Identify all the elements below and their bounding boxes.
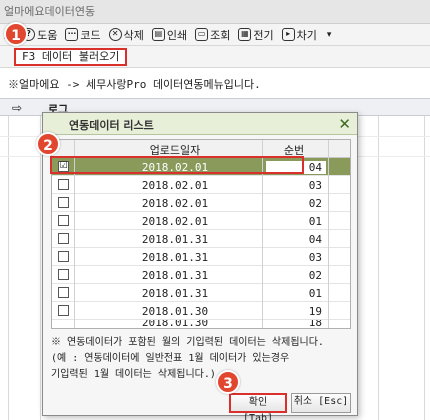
window-titlebar: 얼마에요데이터연동	[0, 0, 430, 24]
step-badge-1: 1	[4, 22, 28, 46]
row-date: 2018.02.01	[141, 197, 209, 210]
row-checkbox[interactable]	[58, 251, 69, 262]
log-gridline	[8, 116, 9, 420]
step-badge-2: 2	[36, 132, 60, 156]
confirm-button[interactable]: 확인 [Tab]	[229, 393, 287, 420]
step-badge-3: 3	[216, 370, 240, 394]
dialog-title: 연동데이터 리스트	[69, 119, 154, 132]
row-date: 2018.02.01	[141, 179, 209, 192]
row-date: 2018.01.31	[141, 233, 209, 246]
row-seq: 04	[308, 233, 322, 246]
row-seq: 18	[308, 320, 322, 328]
row-seq: 03	[308, 179, 322, 192]
row-seq: 03	[308, 251, 322, 264]
toolbar-code-button[interactable]: ⋯ 코드	[65, 27, 101, 43]
dialog-note: ※ 연동데이터가 포함된 월의 기입력된 데이터는 삭제됩니다. (예 : 연동…	[51, 335, 351, 383]
row-date: 2018.01.30	[141, 320, 209, 328]
function-bar: F3 데이터 불러오기	[0, 46, 430, 68]
table-row[interactable]: 2018.01.31 03	[52, 248, 350, 266]
log-gridline	[424, 116, 425, 420]
row-checkbox[interactable]	[58, 179, 69, 190]
row-checkbox[interactable]	[58, 269, 69, 280]
table-row[interactable]: 2018.02.01 02	[52, 194, 350, 212]
post-icon: ▦	[238, 28, 252, 41]
toolbar-post-button[interactable]: ▦ 전기	[238, 27, 274, 43]
grid-divider	[328, 140, 329, 328]
toolbar-next-label: 차기	[296, 28, 317, 42]
dialog-titlebar: 연동데이터 리스트 ✕	[43, 113, 357, 135]
toolbar-print-button[interactable]: ▤ 인쇄	[151, 27, 188, 43]
toolbar-help-label: 도움	[37, 28, 58, 42]
search-icon: ▭	[195, 28, 209, 41]
row-checkbox[interactable]	[58, 287, 69, 298]
load-data-button[interactable]: F3 데이터 불러오기	[14, 48, 128, 66]
toolbar-next-button[interactable]: ▸ 차기	[281, 27, 317, 43]
toolbar-more-icon[interactable]: ▾	[327, 30, 332, 40]
toolbar-code-label: 코드	[80, 28, 101, 42]
arrow-right-icon: ⇨	[12, 101, 23, 115]
row-seq: 02	[308, 197, 322, 210]
selected-row-highlight	[50, 156, 304, 174]
next-icon: ▸	[281, 28, 295, 41]
table-row[interactable]: 2018.02.01 01	[52, 212, 350, 230]
toolbar-print-label: 인쇄	[166, 28, 188, 42]
toolbar-post-label: 전기	[253, 28, 274, 42]
row-date: 2018.01.30	[141, 305, 209, 318]
table-row[interactable]: 2018.02.01 03	[52, 176, 350, 194]
note-line: (예 : 연동데이터에 일반전표 1월 데이터가 있는경우	[51, 353, 290, 364]
print-icon: ▤	[151, 28, 165, 41]
toolbar: 료 ? 도움 ⋯ 코드 ✕ 삭제 ▤ 인쇄 ▭ 조회 ▦ 전기 ▸ 차기 ▾	[0, 24, 430, 46]
note-line: ※ 연동데이터가 포함된 월의 기입력된 데이터는 삭제됩니다.	[51, 337, 324, 348]
close-icon[interactable]: ✕	[338, 115, 351, 133]
row-date: 2018.01.31	[141, 251, 209, 264]
row-checkbox[interactable]	[58, 215, 69, 226]
toolbar-search-label: 조회	[210, 28, 231, 42]
row-checkbox[interactable]	[58, 305, 69, 316]
row-date: 2018.01.31	[141, 269, 209, 282]
code-icon: ⋯	[65, 28, 79, 41]
row-seq: 19	[308, 305, 322, 318]
log-gridline	[40, 116, 41, 420]
row-checkbox[interactable]	[58, 233, 69, 244]
toolbar-delete-button[interactable]: ✕ 삭제	[108, 27, 144, 43]
row-seq: 01	[308, 215, 322, 228]
table-row[interactable]: 2018.01.30 18	[52, 320, 350, 328]
table-row[interactable]: 2018.01.31 01	[52, 284, 350, 302]
log-gridline	[378, 116, 379, 420]
row-date: 2018.01.31	[141, 287, 209, 300]
row-seq: 01	[308, 287, 322, 300]
table-row[interactable]: 2018.01.31 02	[52, 266, 350, 284]
toolbar-delete-label: 삭제	[123, 28, 144, 42]
window-title: 얼마에요데이터연동	[4, 5, 96, 18]
row-checkbox[interactable]	[58, 197, 69, 208]
table-row[interactable]: 2018.01.30 19	[52, 302, 350, 320]
row-seq: 02	[308, 269, 322, 282]
note-line: 기입력된 1월 데이터는 삭제됩니다.)	[51, 369, 216, 380]
table-row[interactable]: 2018.01.31 04	[52, 230, 350, 248]
info-text: ※얼마에요 -> 세무사랑Pro 데이터연동메뉴입니다.	[8, 78, 261, 91]
cancel-button[interactable]: 취소 [Esc]	[291, 393, 351, 413]
row-date: 2018.02.01	[141, 215, 209, 228]
toolbar-search-button[interactable]: ▭ 조회	[195, 27, 230, 43]
delete-icon: ✕	[108, 28, 122, 41]
